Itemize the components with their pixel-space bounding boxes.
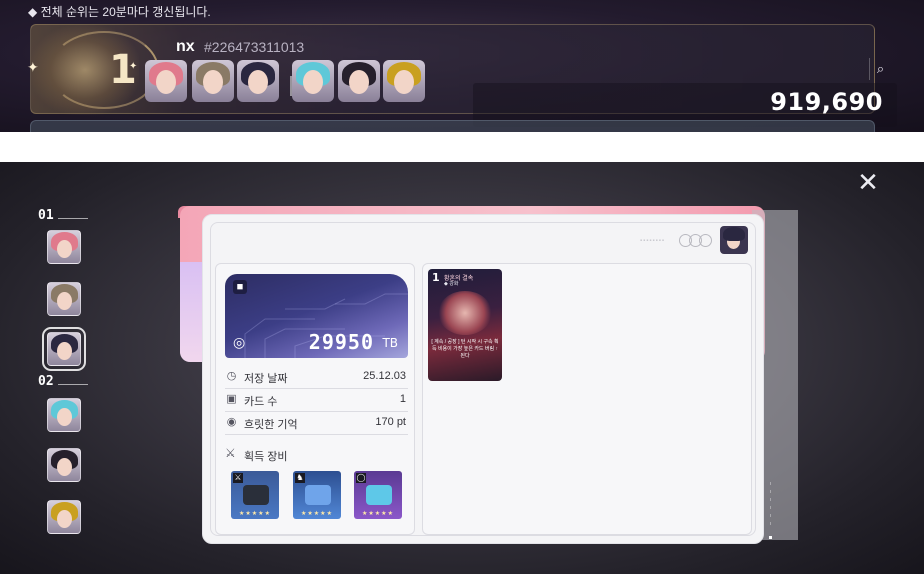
player-id: #226473311013 [204, 39, 305, 55]
close-icon[interactable]: ✕ [856, 170, 880, 196]
equipment-art [366, 485, 392, 505]
equipment-art [243, 485, 269, 505]
player-name: nx [176, 38, 195, 55]
group-divider [58, 218, 88, 219]
search-icon[interactable]: ⌕ [869, 58, 891, 80]
avatar-pink-haired[interactable] [47, 230, 81, 264]
memory-card-description: [ 계속 / 공장 ] 턴 시작 시 구속 획득 비용이 가장 높은 카드 버림… [431, 339, 499, 359]
avatar-dark-haired[interactable] [42, 327, 86, 371]
lock-icon: ■ [233, 280, 247, 294]
save-size-value: 29950 [308, 330, 374, 354]
stat-row: ◉ 흐릿한 기억 170 pt [225, 413, 408, 435]
avatar-masked[interactable] [47, 500, 81, 534]
stat-value: 25.12.03 [363, 370, 406, 382]
page-indicator [769, 482, 772, 539]
rank-arc-decoration [49, 31, 159, 109]
stat-value: 170 pt [375, 416, 406, 428]
group-label: 02 [38, 374, 54, 389]
avatar-cyan-haired[interactable] [47, 398, 81, 432]
stat-label: 저장 날짜 [244, 373, 288, 385]
accessory-slot-icon: ◯ [356, 473, 366, 483]
memory-card[interactable]: 1 황혼의 결속 ◆ 강화 [ 계속 / 공장 ] 턴 시작 시 구속 획득 비… [428, 269, 502, 381]
equipment-header: ⚔ 획득 장비 [225, 446, 405, 464]
equipment-weapon[interactable]: ⚔ ★★★★★ [231, 471, 279, 519]
memory-icon: ◉ [226, 416, 237, 428]
rarity-stars: ★★★★★ [301, 511, 333, 517]
rank-number: 1 [109, 47, 137, 93]
stat-row: ▣ 카드 수 1 [225, 390, 408, 412]
record-detail-panel: ✕ 01 02 ▪▪▪▪▪▪▪▪ ■ ◎ 29950 TB ◷ 저장 날짜 25… [0, 162, 924, 574]
group-label: 01 [38, 208, 54, 223]
save-data-card: ■ ◎ 29950 TB [225, 274, 408, 358]
stat-row: ◷ 저장 날짜 25.12.03 [225, 367, 408, 389]
save-info-panel: ■ ◎ 29950 TB ◷ 저장 날짜 25.12.03 ▣ 카드 수 1 ◉ 흐릿한 기억… [215, 263, 415, 535]
armor-slot-icon: ♞ [295, 473, 305, 483]
avatar-black-haired[interactable] [338, 60, 380, 102]
selected-character-avatar [720, 226, 748, 254]
score-value: 919,690 [770, 88, 883, 116]
swirl-icon: ◎ [233, 334, 246, 350]
rings-icon [679, 231, 715, 247]
team-separator [290, 76, 292, 96]
avatar-black-haired[interactable] [47, 448, 81, 482]
avatar-pink-haired[interactable] [145, 60, 187, 102]
weapon-slot-icon: ⚔ [233, 473, 243, 483]
save-size-unit: TB [382, 336, 398, 350]
roster-list: 01 02 [38, 202, 94, 542]
memory-card-panel: 1 황혼의 결속 ◆ 강화 [ 계속 / 공장 ] 턴 시작 시 구속 획득 비… [422, 263, 752, 535]
avatar-cyan-haired[interactable] [292, 60, 334, 102]
equipment-accessory[interactable]: ◯ ★★★★★ [354, 471, 402, 519]
avatar-brown-haired[interactable] [47, 282, 81, 316]
update-notice: ◆ 전체 순위는 20분마다 갱신됩니다. [28, 5, 211, 19]
equipment-title: 획득 장비 [244, 451, 288, 463]
clock-icon: ◷ [226, 370, 237, 382]
equipment-art [305, 485, 331, 505]
card-icon: ▣ [226, 393, 237, 405]
equipment-armor[interactable]: ♞ ★★★★★ [293, 471, 341, 519]
avatar-dark-haired[interactable] [237, 60, 279, 102]
stat-label: 카드 수 [244, 396, 278, 408]
avatar-masked[interactable] [383, 60, 425, 102]
rarity-stars: ★★★★★ [239, 511, 271, 517]
rarity-stars: ★★★★★ [362, 511, 394, 517]
memory-card-subtitle: ◆ 강화 [444, 281, 459, 287]
avatar-brown-haired[interactable] [192, 60, 234, 102]
stat-label: 흐릿한 기억 [244, 419, 298, 431]
sparkle-icon: ✦ [27, 59, 39, 75]
stat-value: 1 [399, 393, 406, 405]
crossed-swords-icon: ⚔ [225, 446, 236, 460]
ranking-panel: ◆ 전체 순위는 20분마다 갱신됩니다. ✦ ✦ 1 nx #22647331… [0, 0, 924, 132]
brand-mark: ▪▪▪▪▪▪▪▪ [640, 238, 666, 244]
next-ranking-entry[interactable] [30, 120, 875, 132]
record-card: ▪▪▪▪▪▪▪▪ ■ ◎ 29950 TB ◷ 저장 날짜 25.12.03 ▣… [202, 214, 764, 544]
group-divider [58, 384, 88, 385]
memory-card-art [438, 291, 492, 335]
memory-card-cost: 1 [432, 271, 440, 284]
